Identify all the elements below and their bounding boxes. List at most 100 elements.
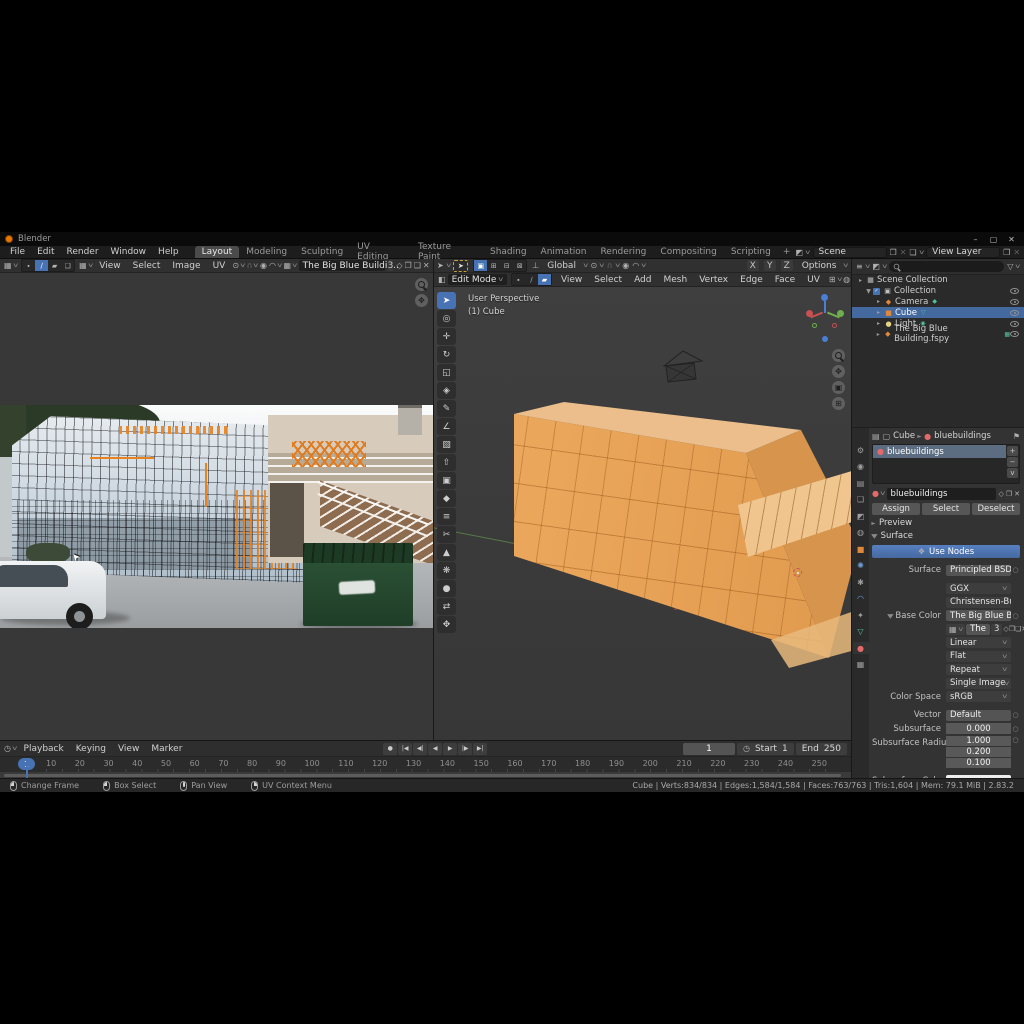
remove-slot-button[interactable]: − bbox=[1007, 457, 1018, 467]
uv-vertex-mode-button[interactable]: ∙ bbox=[22, 260, 35, 271]
gizmo-y-axis[interactable] bbox=[837, 310, 844, 317]
subsurface-radius-value[interactable]: 0.200 bbox=[946, 747, 1011, 757]
uv-canvas[interactable]: ✥ bbox=[0, 273, 433, 740]
record-button[interactable]: ● bbox=[383, 743, 397, 755]
image-name-field[interactable]: The Big Blue Buildin.. bbox=[299, 260, 385, 271]
expander-icon[interactable]: ▸ bbox=[856, 277, 865, 284]
image-option-dropdown[interactable]: Flat v bbox=[946, 651, 1011, 662]
uv-menu-item[interactable]: View bbox=[94, 261, 125, 271]
pan-icon[interactable]: ✥ bbox=[832, 365, 845, 378]
uv-menu-item[interactable]: UV bbox=[208, 261, 231, 271]
material-name-field[interactable]: bluebuildings bbox=[887, 488, 997, 500]
expander-icon[interactable]: ▼ bbox=[864, 288, 873, 295]
eye-icon[interactable] bbox=[1010, 299, 1019, 305]
pivot-icon[interactable]: ⊙ bbox=[232, 261, 239, 270]
options-dropdown[interactable]: Options bbox=[797, 261, 842, 271]
image-option-dropdown[interactable]: Single Image v bbox=[946, 678, 1011, 689]
tab-physics[interactable]: ◠ bbox=[853, 593, 869, 605]
chevron-down-icon[interactable]: v bbox=[919, 249, 924, 256]
viewport-menu-item[interactable]: Mesh bbox=[659, 275, 693, 285]
use-nodes-button[interactable]: ❖ Use Nodes bbox=[872, 545, 1020, 558]
gizmo-z-axis[interactable] bbox=[821, 294, 828, 301]
preview-section-header[interactable]: ▸ Preview bbox=[872, 517, 1020, 529]
navigation-gizmo[interactable] bbox=[805, 292, 845, 344]
viewport-menu-item[interactable]: Face bbox=[770, 275, 800, 285]
spin-tool[interactable]: ❋ bbox=[437, 562, 456, 579]
material-slot-row[interactable]: ● bluebuildings bbox=[873, 445, 1006, 458]
cursor-tool[interactable]: ◎ bbox=[437, 310, 456, 327]
color-space-dropdown[interactable]: sRGB v bbox=[946, 691, 1011, 702]
menubar-item[interactable]: Help bbox=[152, 247, 185, 257]
outliner-row-collection[interactable]: ▼ ✓ ▣ Collection bbox=[852, 286, 1024, 297]
tab-constraints[interactable]: ✦ bbox=[853, 609, 869, 621]
animate-dot[interactable]: ○ bbox=[1011, 711, 1020, 719]
edge-slide-tool[interactable]: ⇄ bbox=[437, 598, 456, 615]
material-sphere-icon[interactable]: ● bbox=[872, 489, 879, 498]
display-mode-icon[interactable]: ≡ bbox=[856, 262, 863, 271]
select-intersect-button[interactable]: ⊠ bbox=[513, 260, 526, 271]
outliner-search-input[interactable] bbox=[889, 261, 1004, 272]
timeline-ruler[interactable]: 1 10 20 30 40 50 60 70 bbox=[0, 757, 851, 772]
viewport-menu-item[interactable]: Edge bbox=[735, 275, 768, 285]
prev-keyframe-button[interactable]: ◀| bbox=[413, 743, 427, 755]
select-extend-button[interactable]: ⊞ bbox=[487, 260, 500, 271]
mirror-z-button[interactable]: Z bbox=[781, 260, 793, 271]
expander-icon[interactable]: ▸ bbox=[874, 298, 883, 305]
animate-dot[interactable]: ○ bbox=[1011, 725, 1020, 733]
timeline-menu-item[interactable]: Keying bbox=[71, 744, 111, 754]
editor-type-icon[interactable]: ◧ bbox=[438, 275, 446, 284]
subsurface-radius-value[interactable]: 0.100 bbox=[946, 758, 1011, 768]
uv-menu-item[interactable]: Image bbox=[167, 261, 205, 271]
eye-icon[interactable] bbox=[1010, 321, 1019, 327]
tab-object[interactable]: ■ bbox=[853, 543, 869, 555]
slot-specials-button[interactable]: v bbox=[1007, 468, 1018, 478]
unlink-material-icon[interactable]: ✕ bbox=[1014, 490, 1020, 498]
active-tool-icon[interactable]: ➤ bbox=[437, 261, 444, 270]
assign-button[interactable]: Assign bbox=[872, 503, 920, 515]
copy-material-icon[interactable]: ❐ bbox=[1006, 490, 1012, 498]
overlays-icon[interactable]: ◍ bbox=[843, 275, 850, 284]
measure-tool[interactable]: ∠ bbox=[437, 418, 456, 435]
outliner-row-fspy-camera[interactable]: ▸ ◆ The Big Blue Building.fspy ▦ bbox=[852, 329, 1024, 340]
zoom-icon[interactable] bbox=[832, 349, 845, 362]
image-users-count[interactable]: 3 bbox=[388, 260, 394, 271]
browse-image-icon[interactable]: ▦v bbox=[946, 624, 965, 635]
subsurface-value[interactable]: 0.000 bbox=[946, 723, 1011, 734]
image-users-count[interactable]: 3 bbox=[991, 624, 1002, 635]
add-workspace-button[interactable]: + bbox=[778, 247, 796, 257]
image-option-dropdown[interactable]: Repeat v bbox=[946, 664, 1011, 675]
workspace-tab[interactable]: Scripting bbox=[724, 246, 778, 258]
animate-dot[interactable]: ○ bbox=[1011, 566, 1020, 574]
current-frame-field[interactable]: 1 bbox=[683, 743, 735, 755]
uv-edge-mode-button[interactable]: ∕ bbox=[35, 260, 48, 271]
vector-field[interactable]: Default bbox=[946, 710, 1011, 721]
smooth-tool[interactable]: ● bbox=[437, 580, 456, 597]
deselect-button[interactable]: Deselect bbox=[972, 503, 1020, 515]
collection-checkbox[interactable]: ✓ bbox=[873, 288, 880, 295]
fake-user-icon[interactable]: ◇ bbox=[396, 261, 402, 270]
subsurface-method-dropdown[interactable]: Christensen-Burley v bbox=[946, 597, 1011, 608]
delete-view-layer-icon[interactable]: ✕ bbox=[1013, 248, 1020, 257]
bevel-tool[interactable]: ◆ bbox=[437, 490, 456, 507]
menubar-item[interactable]: Edit bbox=[31, 247, 60, 257]
proportional-edit-icon[interactable]: ◉ bbox=[622, 261, 629, 270]
browse-image-icon[interactable]: ▦ bbox=[284, 261, 292, 270]
gizmo-toggle-icon[interactable]: ⊞ bbox=[829, 275, 836, 284]
surface-section-header[interactable]: ▼ Surface bbox=[872, 530, 1020, 542]
scene-camera-object[interactable] bbox=[656, 349, 710, 389]
eye-icon[interactable] bbox=[1010, 288, 1019, 294]
filter-icon[interactable]: ▽ bbox=[1007, 262, 1013, 271]
end-value[interactable]: 250 bbox=[824, 744, 841, 754]
viewport-menu-item[interactable]: UV bbox=[802, 275, 825, 285]
tab-modifiers[interactable]: ✺ bbox=[853, 560, 869, 572]
face-select-button[interactable]: ▰ bbox=[538, 274, 551, 285]
workspace-tab[interactable]: Shading bbox=[483, 246, 534, 258]
expander-icon[interactable]: ▸ bbox=[874, 309, 883, 316]
pin-icon[interactable]: ⚑ bbox=[1013, 432, 1020, 441]
transform-tool[interactable]: ◈ bbox=[437, 382, 456, 399]
surface-shader-field[interactable]: Principled BSDF bbox=[946, 565, 1011, 576]
minimize-button[interactable]: – bbox=[968, 235, 983, 244]
camera-view-icon[interactable]: ▣ bbox=[832, 381, 845, 394]
workspace-tab[interactable]: Modeling bbox=[239, 246, 294, 258]
jump-start-button[interactable]: |◀ bbox=[398, 743, 412, 755]
